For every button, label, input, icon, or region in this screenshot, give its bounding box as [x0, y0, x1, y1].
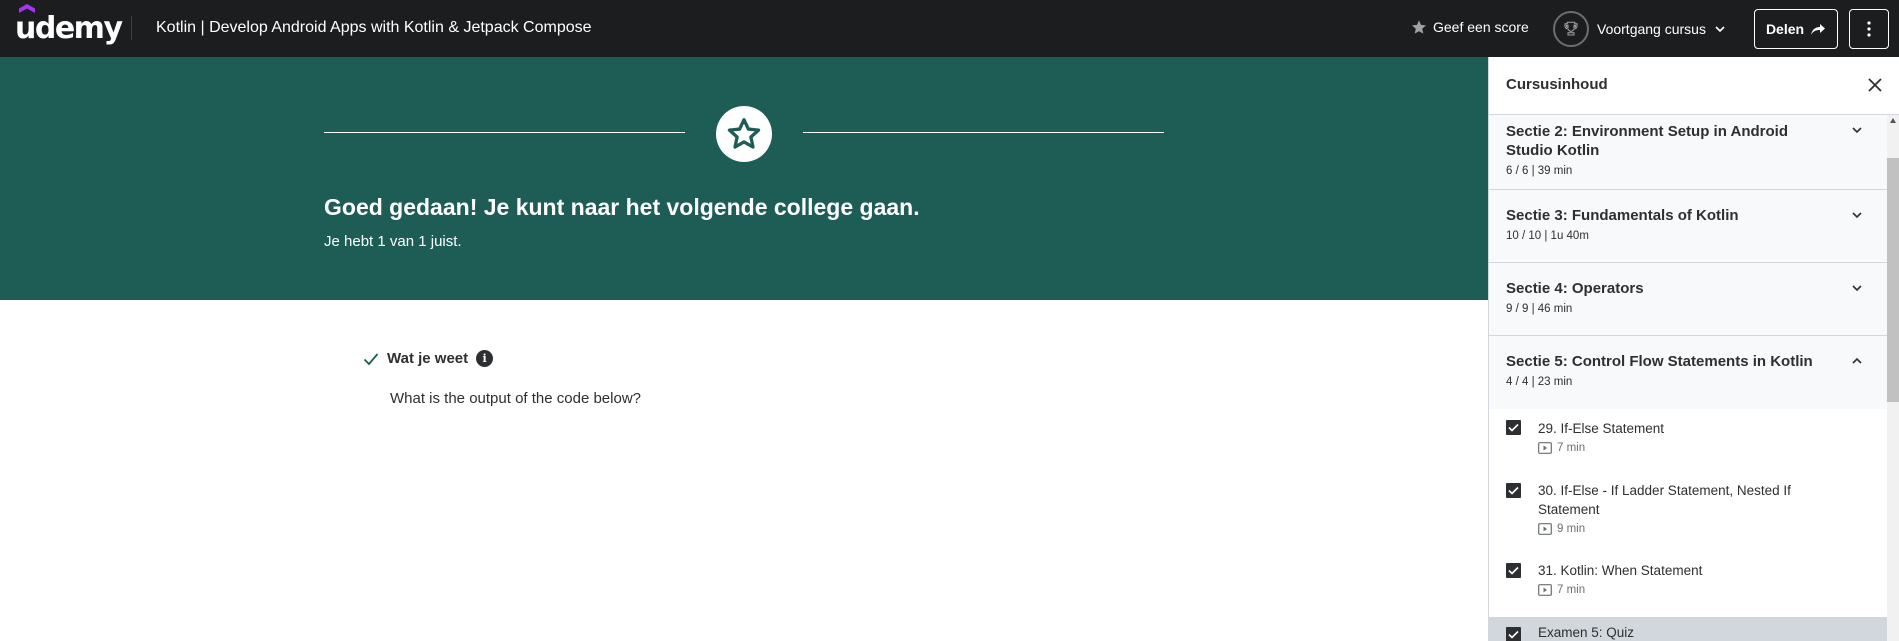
video-icon: [1538, 523, 1552, 535]
lecture-item[interactable]: 31. Kotlin: When Statement 7 min: [1489, 557, 1887, 617]
completed-checkbox[interactable]: [1506, 563, 1521, 578]
star-outline-icon: [727, 118, 761, 149]
lecture-item-active[interactable]: Examen 5: Quiz: [1489, 617, 1887, 641]
more-vertical-icon: [1867, 21, 1871, 37]
banner-line-right: [803, 132, 1164, 133]
course-title[interactable]: Kotlin | Develop Android Apps with Kotli…: [156, 19, 592, 37]
video-icon: [1538, 584, 1552, 596]
section-item[interactable]: Sectie 4: Operators 9 / 9 | 46 min: [1489, 263, 1887, 336]
sidebar-header: Cursusinhoud: [1489, 57, 1899, 115]
section-title: Sectie 3: Fundamentals of Kotlin: [1506, 207, 1739, 224]
lecture-title: 30. If-Else - If Ladder Statement, Neste…: [1538, 483, 1791, 517]
sidebar-content[interactable]: Sectie 2: Environment Setup in Android S…: [1489, 115, 1887, 641]
chevron-down-icon: [1852, 285, 1862, 292]
checkmark-icon: [1508, 486, 1519, 495]
scroll-up-arrow-icon[interactable]: [1890, 118, 1896, 123]
rate-label: Geef een score: [1433, 19, 1529, 35]
section-title: Sectie 2: Environment Setup in Android S…: [1506, 123, 1788, 159]
chevron-down-icon: [1852, 127, 1862, 134]
info-icon[interactable]: i: [476, 350, 494, 367]
section-title: Sectie 4: Operators: [1506, 280, 1644, 297]
trophy-icon: [1564, 21, 1578, 36]
chevron-down-icon: [1715, 26, 1725, 33]
star-icon: [1412, 20, 1426, 34]
udemy-logo[interactable]: udemy: [15, 4, 123, 46]
chevron-down-icon: [1852, 212, 1862, 219]
question-text: What is the output of the code below?: [390, 390, 641, 407]
lecture-item[interactable]: 30. If-Else - If Ladder Statement, Neste…: [1489, 477, 1887, 557]
checkmark-icon: [1508, 630, 1519, 639]
section-item-expanded[interactable]: Sectie 5: Control Flow Statements in Kot…: [1489, 336, 1887, 409]
share-label: Delen: [1765, 21, 1805, 37]
lecture-title: 31. Kotlin: When Statement: [1538, 563, 1703, 578]
progress-label: Voortgang cursus: [1597, 21, 1706, 37]
completed-checkbox[interactable]: [1506, 483, 1521, 498]
lecture-duration: 9 min: [1538, 523, 1887, 535]
star-badge: [716, 106, 772, 162]
lecture-duration: 7 min: [1538, 442, 1887, 454]
chevron-up-icon: [1852, 357, 1862, 364]
section-item[interactable]: Sectie 3: Fundamentals of Kotlin 10 / 10…: [1489, 190, 1887, 263]
success-banner: Goed gedaan! Je kunt naar het volgende c…: [0, 57, 1488, 300]
section-meta: 6 / 6 | 39 min: [1506, 165, 1573, 177]
progress-ring: [1553, 11, 1589, 47]
lecture-duration-text: 9 min: [1557, 523, 1586, 535]
rate-button[interactable]: Geef een score: [1411, 19, 1529, 35]
sidebar-scrollbar[interactable]: [1887, 115, 1899, 641]
known-row: Wat je weet i: [363, 350, 494, 367]
logo-hat-icon: [19, 4, 35, 13]
section-meta: 4 / 4 | 23 min: [1506, 376, 1573, 388]
section-item[interactable]: Sectie 2: Environment Setup in Android S…: [1489, 115, 1887, 190]
lecture-title: Examen 5: Quiz: [1538, 625, 1635, 640]
scroll-thumb[interactable]: [1887, 158, 1899, 402]
progress-button[interactable]: Voortgang cursus: [1553, 11, 1726, 47]
known-label: Wat je weet: [387, 350, 469, 367]
header-divider: [131, 16, 132, 40]
lecture-duration-text: 7 min: [1557, 584, 1586, 596]
share-arrow-icon: [1811, 24, 1826, 35]
lecture-duration: 7 min: [1538, 584, 1887, 596]
lecture-duration-text: 7 min: [1557, 442, 1586, 454]
course-content-sidebar: Cursusinhoud Sectie 2: Environment Setup…: [1488, 57, 1899, 641]
close-icon[interactable]: [1866, 76, 1884, 94]
checkmark-icon: [1508, 566, 1519, 575]
check-icon: [363, 352, 379, 365]
top-bar: udemy Kotlin | Develop Android Apps with…: [0, 0, 1899, 57]
video-icon: [1538, 442, 1552, 454]
logo-text: udemy: [15, 10, 123, 46]
more-options-button[interactable]: [1849, 9, 1889, 49]
lecture-title: 29. If-Else Statement: [1538, 421, 1665, 436]
completed-checkbox[interactable]: [1506, 420, 1521, 435]
banner-title: Goed gedaan! Je kunt naar het volgende c…: [324, 194, 920, 220]
section-title: Sectie 5: Control Flow Statements in Kot…: [1506, 353, 1813, 370]
section-meta: 10 / 10 | 1u 40m: [1506, 230, 1589, 242]
checkmark-icon: [1508, 423, 1519, 432]
sidebar-title: Cursusinhoud: [1506, 76, 1608, 93]
completed-checkbox[interactable]: [1506, 627, 1521, 641]
banner-subtitle: Je hebt 1 van 1 juist.: [324, 233, 462, 250]
share-button[interactable]: Delen: [1754, 9, 1838, 49]
lecture-item[interactable]: 29. If-Else Statement 7 min: [1489, 409, 1887, 477]
section-meta: 9 / 9 | 46 min: [1506, 303, 1573, 315]
banner-line-left: [324, 132, 685, 133]
